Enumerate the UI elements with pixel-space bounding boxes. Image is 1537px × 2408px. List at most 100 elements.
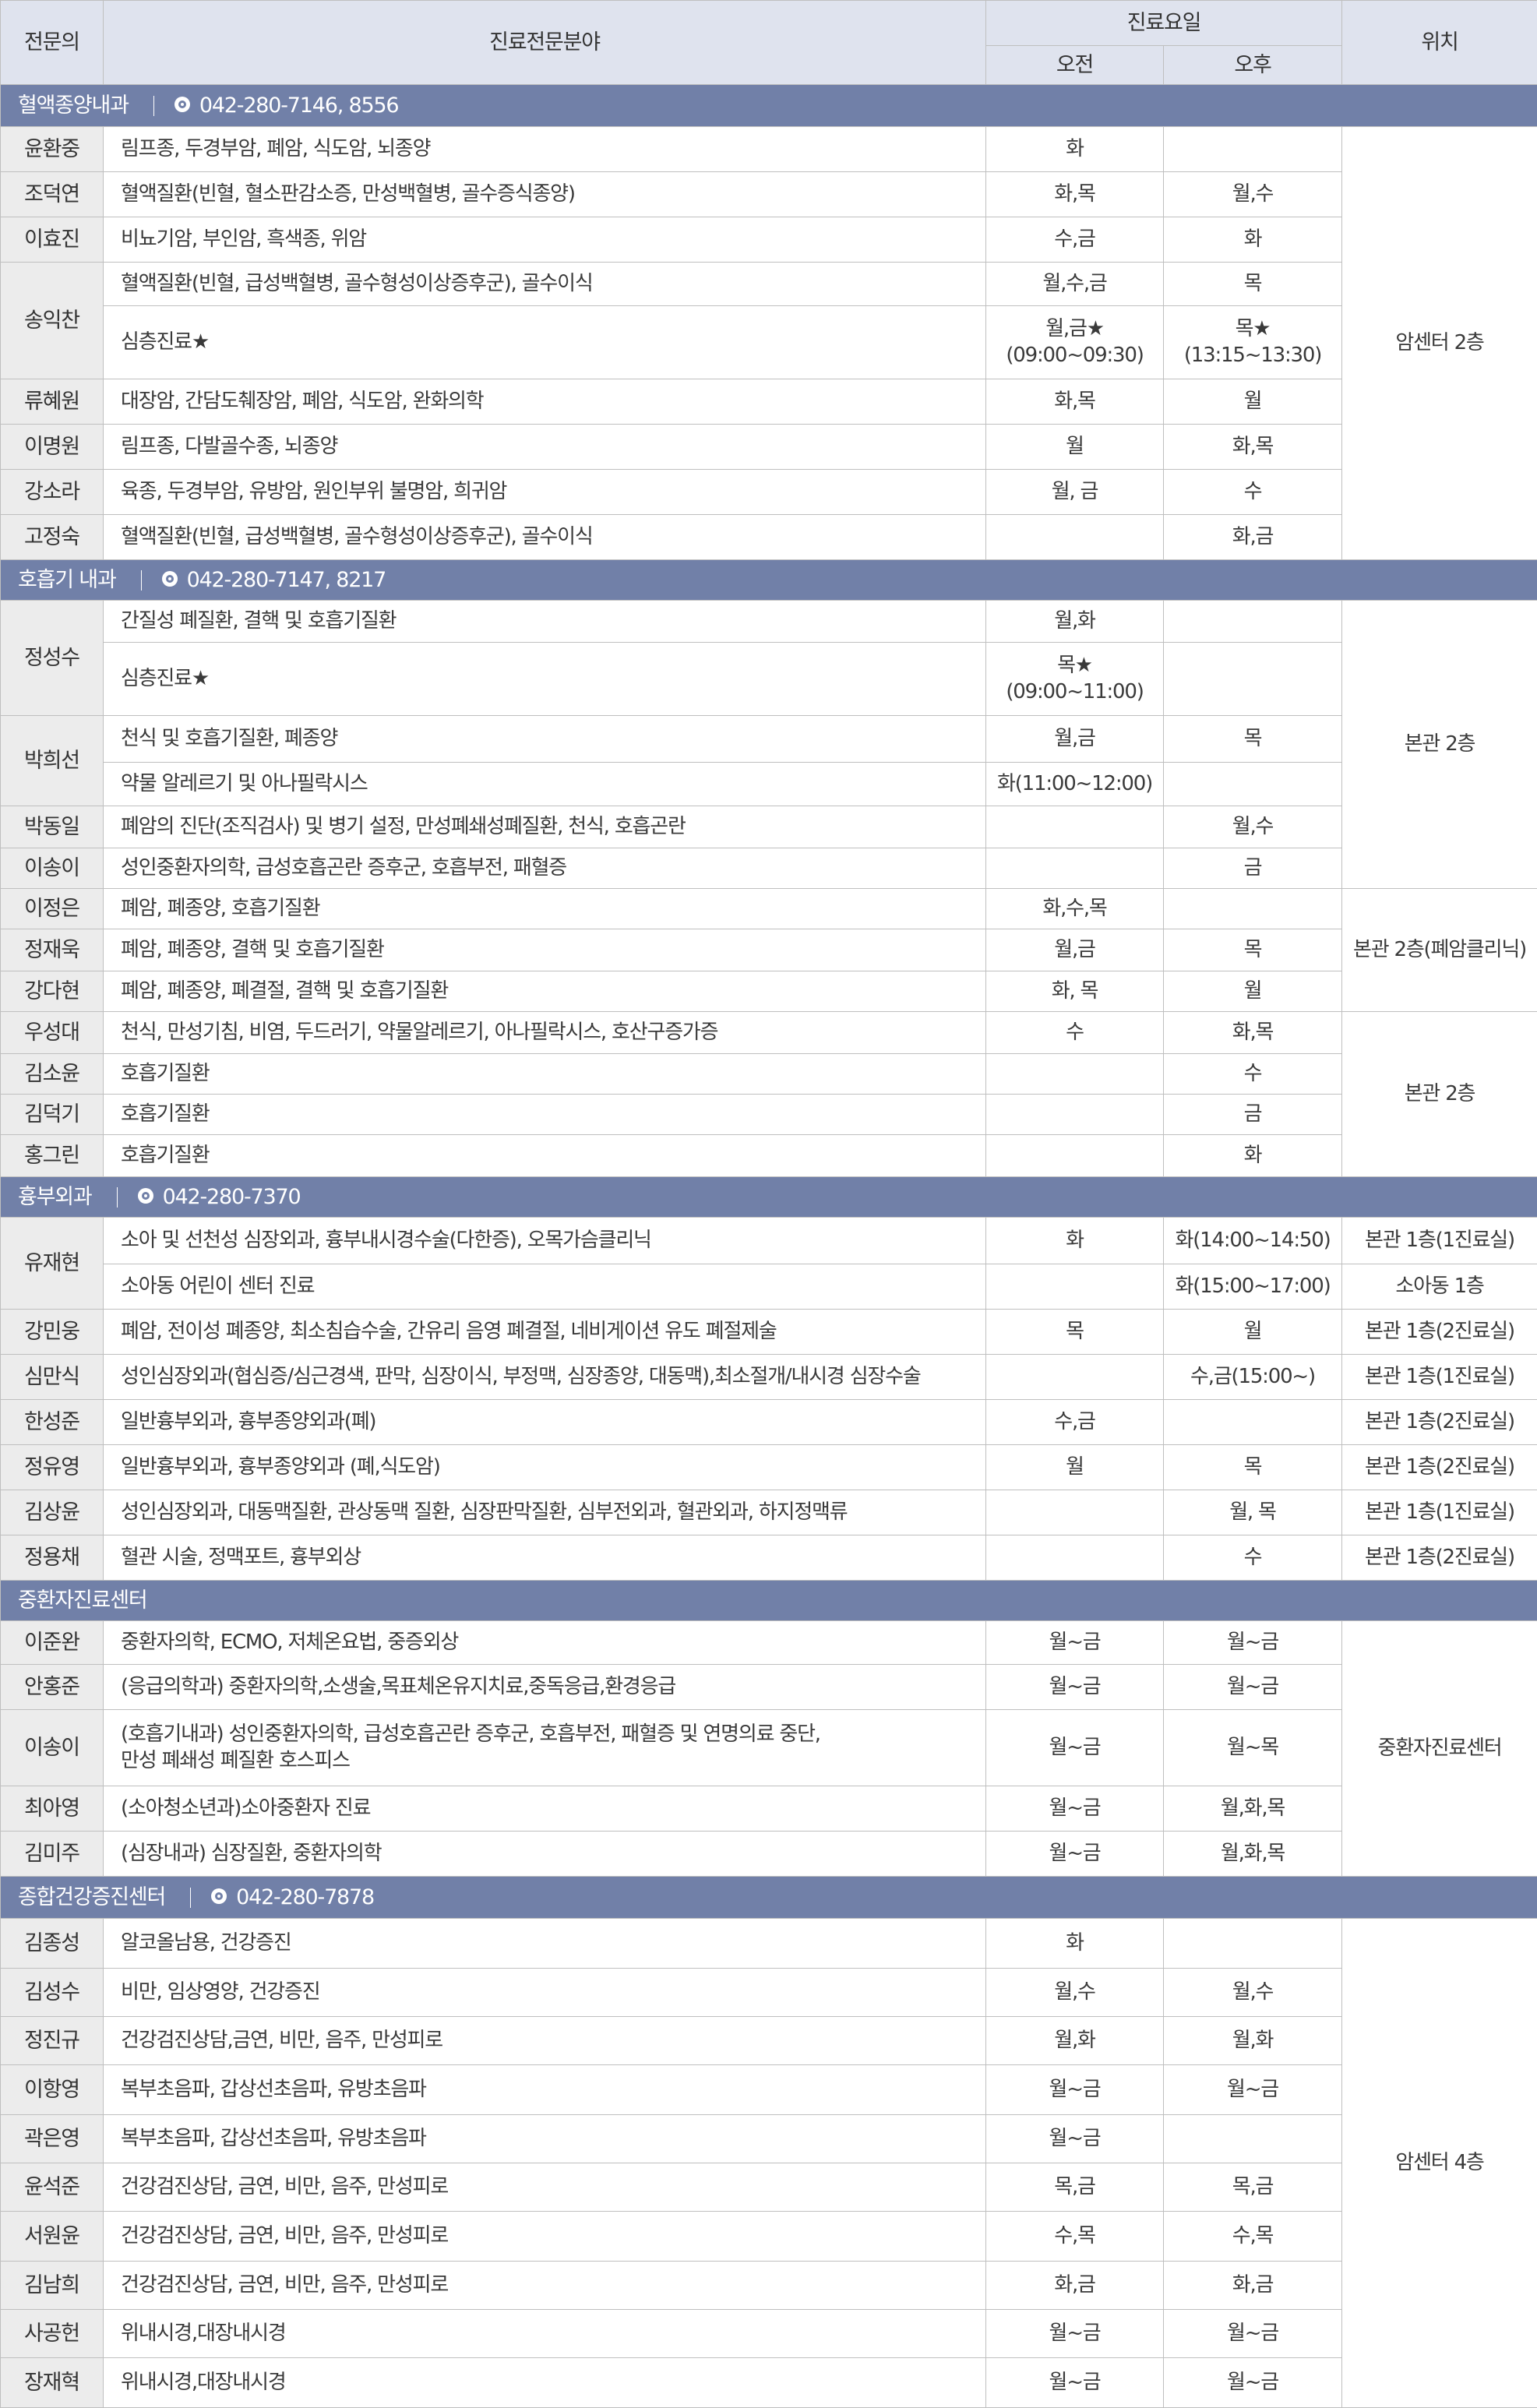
am-days: 화(11:00~12:00) bbox=[986, 763, 1164, 806]
pm-days: 수,목 bbox=[1164, 2212, 1342, 2262]
am-days bbox=[986, 1355, 1164, 1400]
doctor-name: 윤환중 bbox=[1, 127, 104, 172]
specialty-field: 호흡기질환 bbox=[104, 1095, 986, 1135]
pm-days: 화 bbox=[1164, 217, 1342, 263]
divider bbox=[153, 96, 154, 116]
section-header: 종합건강증진센터042-280-7878 bbox=[1, 1877, 1537, 1919]
header-am: 오전 bbox=[986, 46, 1164, 85]
doctor-name: 장재혁 bbox=[1, 2358, 104, 2408]
phone-icon bbox=[162, 571, 178, 587]
section-phone: 042-280-7147, 8217 bbox=[187, 568, 386, 592]
doctor-name: 이송이 bbox=[1, 848, 104, 889]
phone-icon bbox=[138, 1188, 153, 1204]
pm-days bbox=[1164, 601, 1342, 643]
specialty-field: 혈액질환(빈혈, 급성백혈병, 골수형성이상증후군), 골수이식 bbox=[104, 263, 986, 306]
specialty-field: 위내시경,대장내시경 bbox=[104, 2310, 986, 2358]
doctor-name: 정유영 bbox=[1, 1445, 104, 1490]
am-days bbox=[986, 1095, 1164, 1135]
section-header: 중환자진료센터 bbox=[1, 1581, 1537, 1621]
specialty-field: 복부초음파, 갑상선초음파, 유방초음파 bbox=[104, 2065, 986, 2115]
am-days: 화 bbox=[986, 1218, 1164, 1264]
location-cell: 본관 1층(1진료실) bbox=[1342, 1218, 1537, 1264]
pm-days: 월~금 bbox=[1164, 1665, 1342, 1710]
location-cell: 본관 1층(2진료실) bbox=[1342, 1535, 1537, 1581]
table-row: 심층진료★ 월,금★(09:00~09:30) 목★(13:15~13:30) bbox=[1, 306, 1537, 379]
pm-days: 목 bbox=[1164, 716, 1342, 763]
specialty-field: 위내시경,대장내시경 bbox=[104, 2358, 986, 2408]
am-days: 월~금 bbox=[986, 2115, 1164, 2163]
doctor-name: 정재욱 bbox=[1, 929, 104, 971]
am-days: 월~금 bbox=[986, 1786, 1164, 1832]
pm-days bbox=[1164, 763, 1342, 806]
specialty-field: 호흡기질환 bbox=[104, 1054, 986, 1095]
table-row: 한성준 일반흉부외과, 흉부종양외과(폐) 수,금 본관 1층(2진료실) bbox=[1, 1400, 1537, 1445]
doctor-name: 윤석준 bbox=[1, 2163, 104, 2212]
section-name: 중환자진료센터 bbox=[18, 1588, 146, 1613]
table-row: 김덕기 호흡기질환 금 bbox=[1, 1095, 1537, 1135]
table-row: 김미주 (심장내과) 심장질환, 중환자의학 월~금 월,화,목 bbox=[1, 1832, 1537, 1877]
doctor-name: 이정은 bbox=[1, 889, 104, 929]
schedule-document: 전문의 진료전문분야 진료요일 위치 오전 오후 혈액종양내과042-280-7… bbox=[0, 0, 1537, 2395]
table-row: 윤환중 림프종, 두경부암, 폐암, 식도암, 뇌종양 화 암센터 2층 bbox=[1, 127, 1537, 172]
doctor-name: 이효진 bbox=[1, 217, 104, 263]
table-row: 정재욱 폐암, 폐종양, 결핵 및 호흡기질환 월,금 목 bbox=[1, 929, 1537, 971]
table-row: 강민웅 폐암, 전이성 폐종양, 최소침습수술, 간유리 음영 폐결절, 네비게… bbox=[1, 1310, 1537, 1355]
am-days: 월,금 bbox=[986, 929, 1164, 971]
header-pm: 오후 bbox=[1164, 46, 1342, 85]
pm-days: 목★(13:15~13:30) bbox=[1164, 306, 1342, 379]
am-days: 화,목 bbox=[986, 172, 1164, 217]
doctor-name: 서원윤 bbox=[1, 2212, 104, 2262]
specialty-field: 폐암, 폐종양, 폐결절, 결핵 및 호흡기질환 bbox=[104, 971, 986, 1012]
table-row: 이송이 (호흡기내과) 성인중환자의학, 급성호흡곤란 증후군, 호흡부전, 패… bbox=[1, 1710, 1537, 1786]
table-row: 최아영 (소아청소년과)소아중환자 진료 월~금 월,화,목 bbox=[1, 1786, 1537, 1832]
specialty-field: 폐암의 진단(조직검사) 및 병기 설정, 만성폐쇄성폐질환, 천식, 호흡곤란 bbox=[104, 806, 986, 848]
doctor-name: 류혜원 bbox=[1, 379, 104, 425]
table-row: 박희선 천식 및 호흡기질환, 폐종양 월,금 목 bbox=[1, 716, 1537, 763]
doctor-name: 박동일 bbox=[1, 806, 104, 848]
table-row: 안홍준 (응급의학과) 중환자의학,소생술,목표체온유지치료,중독응급,환경응급… bbox=[1, 1665, 1537, 1710]
section-header: 흉부외과042-280-7370 bbox=[1, 1177, 1537, 1218]
table-row: 고정숙 혈액질환(빈혈, 급성백혈병, 골수형성이상증후군), 골수이식 화,금 bbox=[1, 515, 1537, 560]
table-row: 정용채 혈관 시술, 정맥포트, 흉부외상 수 본관 1층(2진료실) bbox=[1, 1535, 1537, 1581]
header-field: 진료전문분야 bbox=[104, 1, 986, 85]
pm-days: 화 bbox=[1164, 1135, 1342, 1177]
specialty-field: 건강검진상담,금연, 비만, 음주, 만성피로 bbox=[104, 2017, 986, 2065]
location-cell: 본관 2층(폐암클리닉) bbox=[1342, 889, 1537, 1012]
am-days: 화,목 bbox=[986, 379, 1164, 425]
am-days bbox=[986, 806, 1164, 848]
doctor-name: 곽은영 bbox=[1, 2115, 104, 2163]
pm-days: 화,금 bbox=[1164, 515, 1342, 560]
doctor-name: 유재현 bbox=[1, 1218, 104, 1310]
am-days bbox=[986, 1490, 1164, 1535]
section-title: 호흡기 내과042-280-7147, 8217 bbox=[1, 560, 1537, 601]
section-phone: 042-280-7878 bbox=[236, 1885, 374, 1909]
specialty-field: (호흡기내과) 성인중환자의학, 급성호흡곤란 증후군, 호흡부전, 패혈증 및… bbox=[104, 1710, 986, 1786]
table-row: 송익찬 혈액질환(빈혈, 급성백혈병, 골수형성이상증후군), 골수이식 월,수… bbox=[1, 263, 1537, 306]
specialty-field: 혈액질환(빈혈, 급성백혈병, 골수형성이상증후군), 골수이식 bbox=[104, 515, 986, 560]
doctor-name: 이송이 bbox=[1, 1710, 104, 1786]
pm-days bbox=[1164, 1400, 1342, 1445]
pm-days: 월~금 bbox=[1164, 2358, 1342, 2408]
specialty-field: (응급의학과) 중환자의학,소생술,목표체온유지치료,중독응급,환경응급 bbox=[104, 1665, 986, 1710]
table-row: 이효진 비뇨기암, 부인암, 흑색종, 위암 수,금 화 bbox=[1, 217, 1537, 263]
table-row: 김소윤 호흡기질환 수 bbox=[1, 1054, 1537, 1095]
am-days: 월,수,금 bbox=[986, 263, 1164, 306]
am-days: 수,금 bbox=[986, 217, 1164, 263]
am-days: 월,화 bbox=[986, 2017, 1164, 2065]
am-days: 화 bbox=[986, 127, 1164, 172]
section-header: 혈액종양내과042-280-7146, 8556 bbox=[1, 85, 1537, 127]
doctor-name: 홍그린 bbox=[1, 1135, 104, 1177]
pm-days: 월~금 bbox=[1164, 1621, 1342, 1665]
table-row: 정진규 건강검진상담,금연, 비만, 음주, 만성피로 월,화 월,화 bbox=[1, 2017, 1537, 2065]
header-specialist: 전문의 bbox=[1, 1, 104, 85]
table-row: 심만식 성인심장외과(협심증/심근경색, 판막, 심장이식, 부정맥, 심장종양… bbox=[1, 1355, 1537, 1400]
pm-days bbox=[1164, 643, 1342, 716]
specialty-field: 혈액질환(빈혈, 혈소판감소증, 만성백혈병, 골수증식종양) bbox=[104, 172, 986, 217]
section-title: 종합건강증진센터042-280-7878 bbox=[1, 1877, 1537, 1919]
am-days: 수,금 bbox=[986, 1400, 1164, 1445]
pm-days: 화,목 bbox=[1164, 425, 1342, 470]
specialty-field: 건강검진상담, 금연, 비만, 음주, 만성피로 bbox=[104, 2163, 986, 2212]
doctor-name: 최아영 bbox=[1, 1786, 104, 1832]
location-cell: 암센터 4층 bbox=[1342, 1919, 1537, 2408]
table-row: 윤석준 건강검진상담, 금연, 비만, 음주, 만성피로 목,금 목,금 bbox=[1, 2163, 1537, 2212]
